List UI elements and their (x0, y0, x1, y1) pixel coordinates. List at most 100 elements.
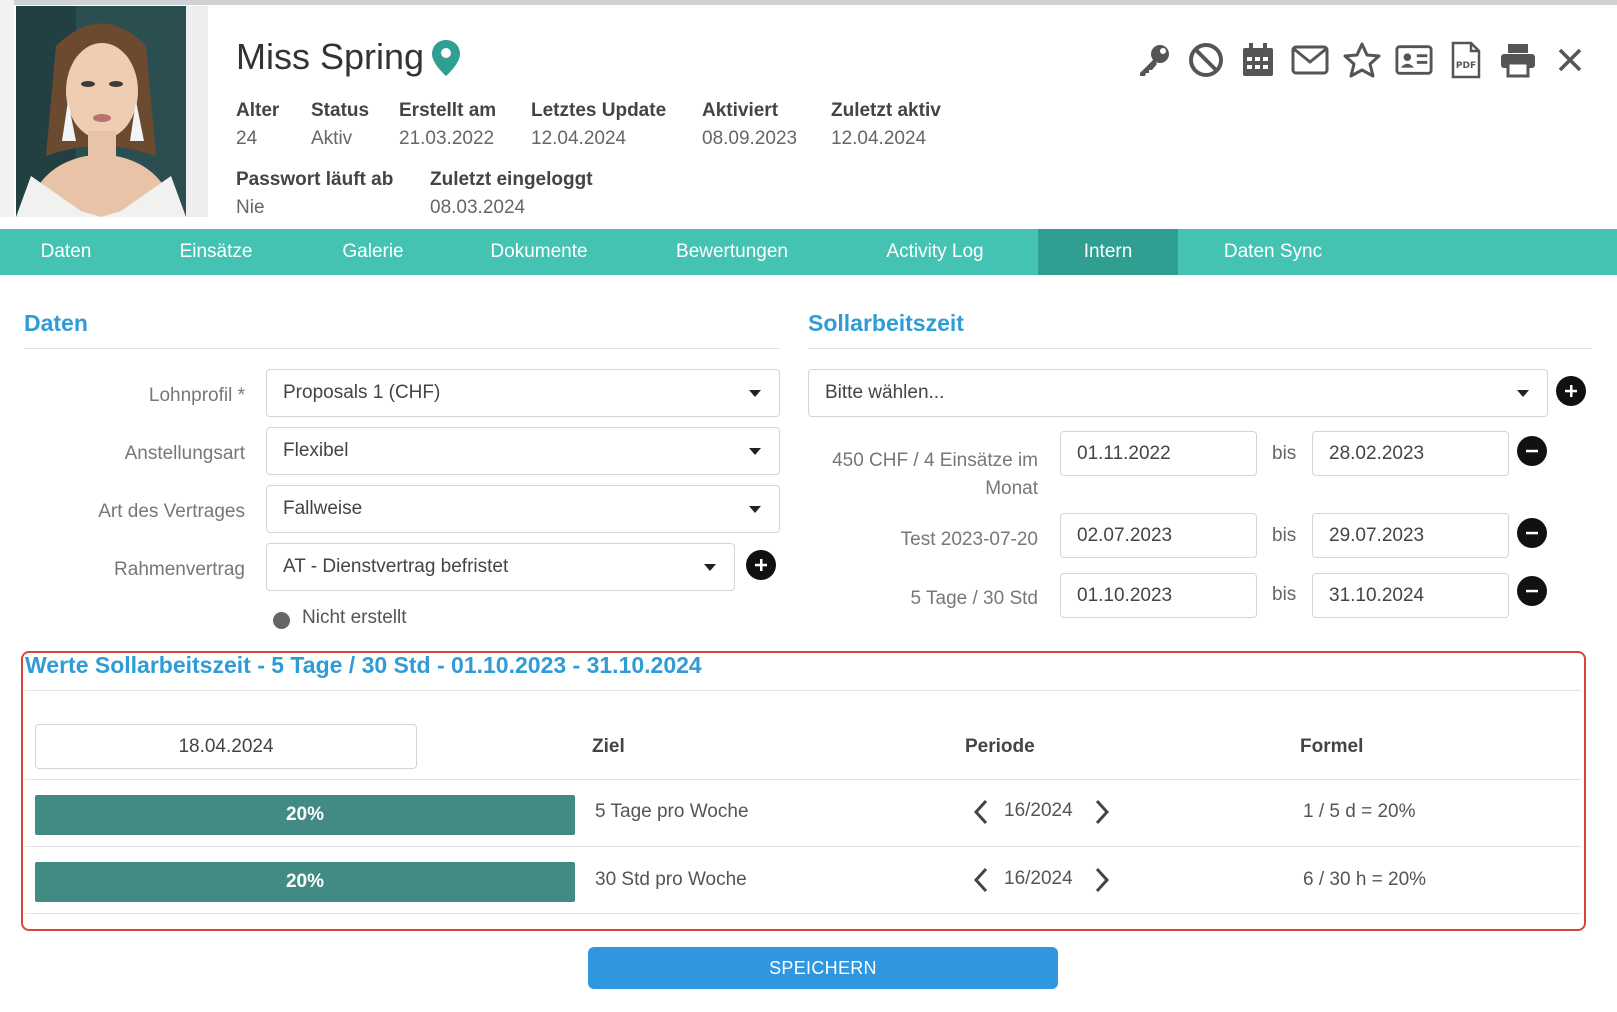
caret-down-icon (749, 390, 761, 397)
bis-label: bis (1272, 584, 1297, 605)
tab-dokumente[interactable]: Dokumente (446, 229, 632, 275)
print-icon[interactable] (1499, 40, 1537, 80)
mail-icon[interactable] (1291, 40, 1329, 80)
minus-icon (1526, 589, 1538, 593)
soll-row-to-input[interactable]: 31.10.2024 (1312, 573, 1509, 618)
select-art-vertrag[interactable]: Fallweise (266, 485, 780, 533)
ziel-value: 5 Tage pro Woche (595, 801, 749, 822)
next-period-chevron-icon[interactable] (1094, 867, 1110, 898)
section-title-daten: Daten (24, 310, 88, 336)
tab-activity-log[interactable]: Activity Log (832, 229, 1038, 275)
section-title-werte: Werte Sollarbeitszeit - 5 Tage / 30 Std … (25, 652, 702, 678)
photo-left-border (0, 0, 14, 217)
save-button[interactable]: SPEICHERN (588, 947, 1058, 989)
select-value: Proposals 1 (CHF) (283, 382, 441, 403)
close-icon[interactable] (1551, 40, 1589, 80)
toolbar: PDF (1135, 40, 1589, 80)
remove-soll-row-button[interactable] (1517, 518, 1547, 548)
periode-value: 16/2024 (1004, 800, 1073, 821)
id-card-icon[interactable] (1395, 40, 1433, 80)
meta-value: 08.03.2024 (430, 197, 526, 218)
caret-down-icon (704, 564, 716, 571)
tab-einsaetze[interactable]: Einsätze (132, 229, 300, 275)
minus-icon (1526, 449, 1538, 453)
col-header-formel: Formel (1300, 736, 1364, 757)
meta-label: Letztes Update (531, 100, 667, 121)
bis-label: bis (1272, 525, 1297, 546)
meta-zuletzt-eingeloggt: Zuletzt eingeloggt 08.03.2024 (430, 169, 593, 219)
bis-label: bis (1272, 443, 1297, 464)
divider (808, 348, 1592, 349)
remove-soll-row-button[interactable] (1517, 576, 1547, 606)
progress-bar: 20% (35, 862, 575, 902)
select-value: Flexibel (283, 440, 349, 461)
label-rahmenvertrag: Rahmenvertrag (114, 559, 245, 580)
prev-period-chevron-icon[interactable] (973, 867, 989, 898)
profile-photo (16, 6, 186, 217)
add-sollarbeitszeit-button[interactable] (1556, 376, 1586, 406)
meta-value: Aktiv (311, 128, 353, 149)
remove-soll-row-button[interactable] (1517, 436, 1547, 466)
photo-frame (186, 6, 208, 217)
label-anstellungsart: Anstellungsart (124, 443, 245, 464)
meta-label: Erstellt am (399, 100, 497, 121)
tab-daten[interactable]: Daten (0, 229, 132, 275)
soll-row-from-input[interactable]: 02.07.2023 (1060, 513, 1257, 558)
add-rahmenvertrag-button[interactable] (746, 550, 776, 580)
meta-value: 21.03.2022 (399, 128, 495, 149)
divider (24, 348, 780, 349)
select-rahmenvertrag[interactable]: AT - Dienstvertrag befristet (266, 543, 735, 591)
soll-row-label: Test 2023-07-20 (900, 529, 1038, 550)
label-lohnprofil: Lohnprofil * (148, 385, 245, 406)
meta-alter: Alter 24 (236, 100, 279, 150)
caret-down-icon (1517, 390, 1529, 397)
meta-erstellt: Erstellt am 21.03.2022 (399, 100, 496, 150)
formel-value: 1 / 5 d = 20% (1303, 801, 1416, 822)
soll-row-from-input[interactable]: 01.11.2022 (1060, 431, 1257, 476)
meta-value: Nie (236, 197, 265, 218)
meta-value: 24 (236, 128, 258, 149)
divider (25, 779, 1581, 780)
meta-value: 08.09.2023 (702, 128, 798, 149)
meta-label: Passwort läuft ab (236, 169, 394, 190)
divider (25, 690, 1581, 691)
col-header-periode: Periode (965, 736, 1035, 757)
pdf-icon[interactable]: PDF (1447, 40, 1485, 80)
periode-value: 16/2024 (1004, 868, 1073, 889)
select-value: Bitte wählen... (825, 382, 945, 403)
minus-icon (1526, 531, 1538, 535)
location-pin-icon[interactable] (432, 40, 460, 81)
soll-row-label-line: Monat (985, 478, 1038, 499)
key-icon[interactable] (1135, 40, 1173, 80)
col-header-ziel: Ziel (592, 736, 625, 757)
soll-row-from-input[interactable]: 01.10.2023 (1060, 573, 1257, 618)
werte-date-input[interactable]: 18.04.2024 (35, 724, 417, 769)
status-nicht-erstellt: Nicht erstellt (302, 607, 407, 628)
meta-label: Zuletzt aktiv (831, 100, 941, 121)
prev-period-chevron-icon[interactable] (973, 799, 989, 830)
ban-icon[interactable] (1187, 40, 1225, 80)
tab-bewertungen[interactable]: Bewertungen (632, 229, 832, 275)
meta-passwort: Passwort läuft ab Nie (236, 169, 393, 219)
divider (25, 913, 1581, 914)
plus-icon (755, 559, 767, 571)
select-anstellungsart[interactable]: Flexibel (266, 427, 780, 475)
next-period-chevron-icon[interactable] (1094, 799, 1110, 830)
tab-galerie[interactable]: Galerie (300, 229, 446, 275)
tab-intern[interactable]: Intern (1038, 229, 1178, 275)
caret-down-icon (749, 506, 761, 513)
meta-value: 12.04.2024 (831, 128, 927, 149)
meta-status: Status Aktiv (311, 100, 369, 150)
soll-row-to-input[interactable]: 28.02.2023 (1312, 431, 1509, 476)
divider (25, 846, 1581, 847)
caret-down-icon (749, 448, 761, 455)
select-sollarbeitszeit[interactable]: Bitte wählen... (808, 369, 1548, 417)
star-icon[interactable] (1343, 40, 1381, 80)
formel-value: 6 / 30 h = 20% (1303, 869, 1427, 890)
ziel-value: 30 Std pro Woche (595, 869, 747, 890)
meta-letztes-update: Letztes Update 12.04.2024 (531, 100, 666, 150)
soll-row-to-input[interactable]: 29.07.2023 (1312, 513, 1509, 558)
select-lohnprofil[interactable]: Proposals 1 (CHF) (266, 369, 780, 417)
calendar-icon[interactable] (1239, 40, 1277, 80)
tab-daten-sync[interactable]: Daten Sync (1178, 229, 1368, 275)
